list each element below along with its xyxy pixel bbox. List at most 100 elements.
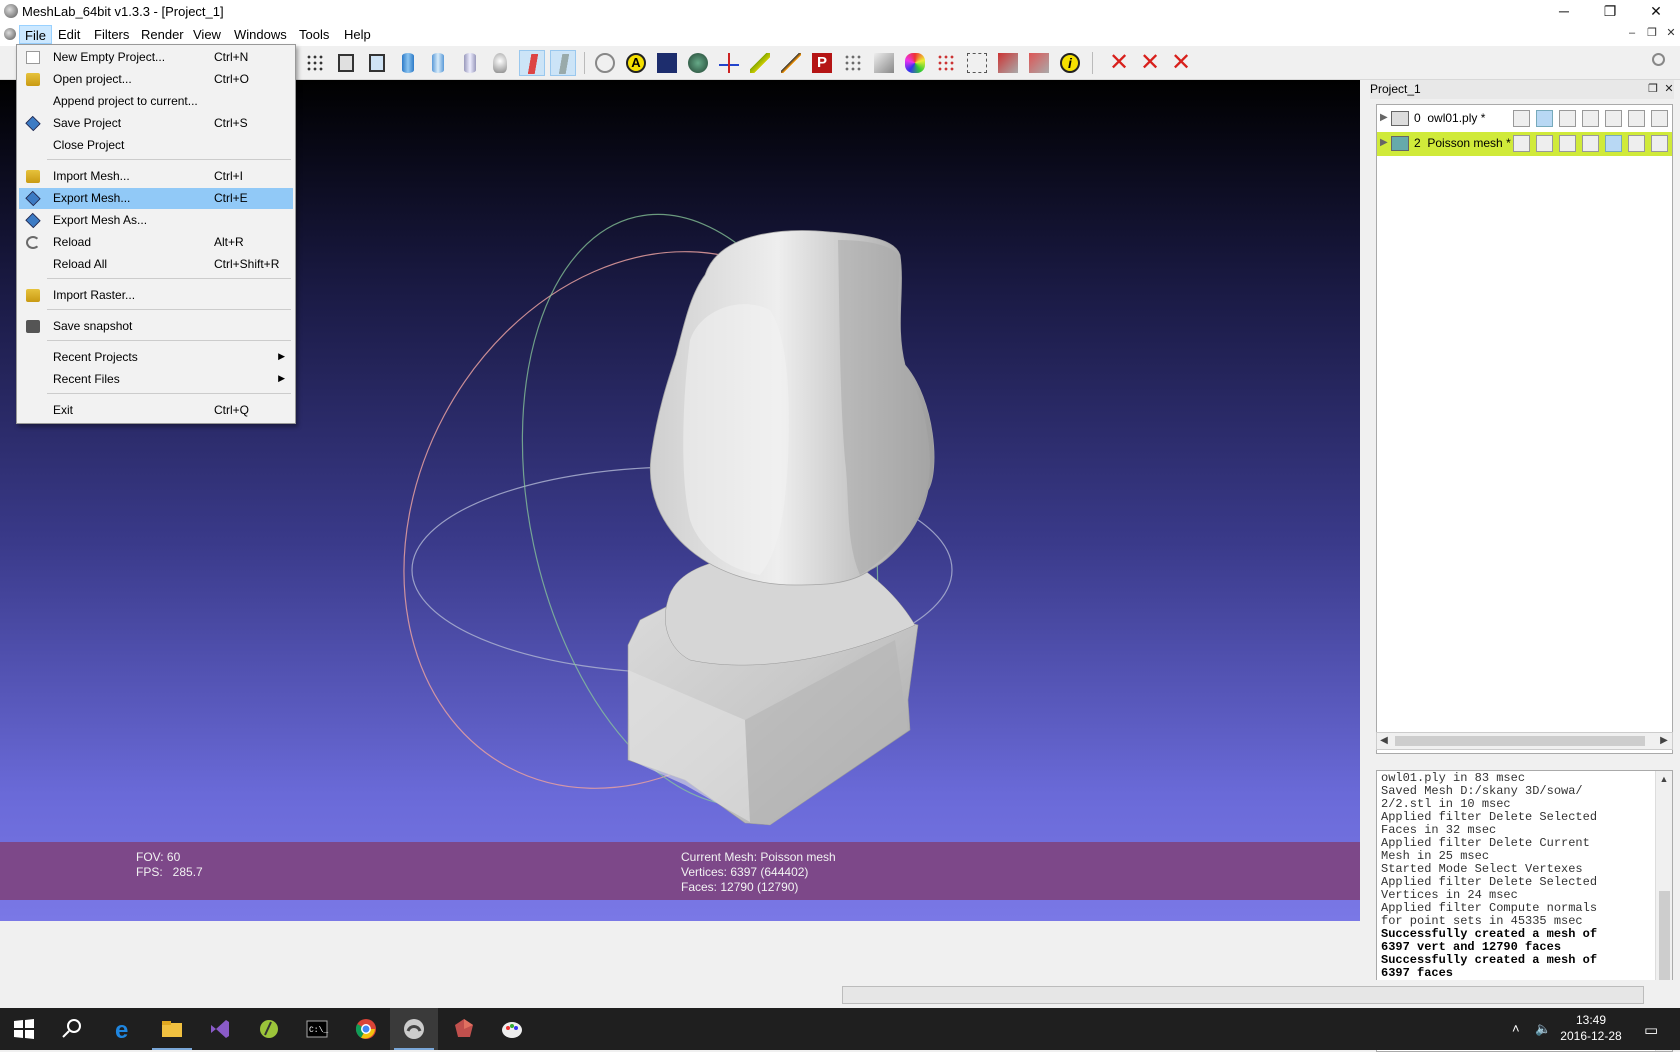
visibility-icon[interactable] [1391, 136, 1409, 151]
scroll-up-icon[interactable]: ▲ [1658, 773, 1670, 785]
layer-row-poisson-mesh[interactable]: ▶ 2 Poisson mesh * [1377, 132, 1672, 156]
menu-item-recent-projects[interactable]: Recent Projects ▶ [19, 347, 293, 368]
menu-item-export-mesh[interactable]: Export Mesh... Ctrl+E [19, 188, 293, 209]
smooth-render-icon[interactable] [1628, 110, 1645, 127]
snapshot-icon[interactable] [654, 50, 680, 76]
panel-close-button[interactable]: ✕ [1662, 82, 1676, 96]
expand-arrow-icon[interactable]: ▶ [1380, 112, 1388, 123]
menu-item-import-mesh[interactable]: Import Mesh... Ctrl+I [19, 166, 293, 187]
mdi-close-button[interactable]: ✕ [1664, 26, 1678, 40]
paint-icon[interactable] [488, 1008, 536, 1050]
notification-icon[interactable]: ▭ [1644, 1021, 1658, 1039]
menu-view[interactable]: View [188, 25, 226, 44]
android-studio-icon[interactable] [245, 1008, 293, 1050]
minimize-button[interactable]: ─ [1541, 0, 1587, 22]
delete-vertices-icon[interactable]: ✕ [1137, 50, 1163, 76]
menu-item-open-project[interactable]: Open project... Ctrl+O [19, 69, 293, 90]
menu-edit[interactable]: Edit [53, 25, 85, 44]
select-face-icon[interactable] [871, 50, 897, 76]
mdi-restore-button[interactable]: ❐ [1645, 26, 1659, 40]
box-render-icon[interactable] [1513, 110, 1530, 127]
menu-windows[interactable]: Windows [229, 25, 292, 44]
color-icon[interactable] [902, 50, 928, 76]
menu-tools[interactable]: Tools [294, 25, 334, 44]
reference-icon[interactable] [933, 50, 959, 76]
expand-arrow-icon[interactable]: ▶ [1380, 137, 1388, 148]
menu-item-append-project[interactable]: Append project to current... [19, 91, 293, 112]
texture-render-icon[interactable] [1651, 110, 1668, 127]
select-box-icon[interactable] [964, 50, 990, 76]
menu-item-exit[interactable]: Exit Ctrl+Q [19, 400, 293, 421]
mdi-minimize-button[interactable]: – [1625, 26, 1639, 40]
restore-button[interactable]: ❐ [1587, 0, 1633, 22]
start-icon[interactable] [0, 1008, 48, 1050]
fancy-light-icon[interactable] [519, 50, 545, 76]
visual-studio-icon[interactable] [196, 1008, 244, 1050]
delete-all-icon[interactable]: ✕ [1168, 50, 1194, 76]
move-icon[interactable] [1026, 50, 1052, 76]
menu-item-save-snapshot[interactable]: Save snapshot [19, 316, 293, 337]
scroll-left-icon[interactable]: ◀ [1377, 734, 1391, 748]
points-render-icon[interactable] [1536, 110, 1553, 127]
quality-icon[interactable] [685, 50, 711, 76]
wire-render-icon[interactable] [1559, 110, 1576, 127]
menu-item-recent-files[interactable]: Recent Files ▶ [19, 369, 293, 390]
smooth-icon[interactable] [425, 50, 451, 76]
delete-faces-icon[interactable]: ✕ [1106, 50, 1132, 76]
search-icon[interactable] [48, 1008, 96, 1050]
menu-render[interactable]: Render [136, 25, 189, 44]
hidden-lines-icon[interactable] [364, 50, 390, 76]
annotate-icon[interactable]: A [623, 50, 649, 76]
hidden-render-icon[interactable] [1582, 135, 1599, 152]
scroll-thumb[interactable] [1395, 736, 1645, 746]
menu-filters[interactable]: Filters [89, 25, 134, 44]
3d-app-icon[interactable] [440, 1008, 488, 1050]
wireframe-icon[interactable] [333, 50, 359, 76]
menu-item-import-raster[interactable]: Import Raster... [19, 285, 293, 306]
double-side-icon[interactable] [550, 50, 576, 76]
volume-icon[interactable]: 🔈 [1535, 1021, 1551, 1037]
smooth-render-icon[interactable] [1628, 135, 1645, 152]
meshlab-icon[interactable] [390, 1008, 438, 1050]
paint-brush-icon[interactable] [747, 50, 773, 76]
box-render-icon[interactable] [1513, 135, 1530, 152]
measure-icon[interactable] [778, 50, 804, 76]
select-connected-icon[interactable] [995, 50, 1021, 76]
flat-render-icon[interactable] [1605, 110, 1622, 127]
edge-icon[interactable]: e [99, 1008, 147, 1050]
flat-shading-icon[interactable] [395, 50, 421, 76]
menu-item-new-empty-project[interactable]: New Empty Project... Ctrl+N [19, 47, 293, 68]
terminal-icon[interactable]: C:\_ [293, 1008, 341, 1050]
light-icon[interactable] [487, 50, 513, 76]
menu-item-save-project[interactable]: Save Project Ctrl+S [19, 113, 293, 134]
menu-file[interactable]: File [19, 25, 52, 44]
axis-icon[interactable] [716, 50, 742, 76]
panel-float-button[interactable]: ❐ [1646, 82, 1660, 96]
p-icon[interactable]: P [809, 50, 835, 76]
scroll-right-icon[interactable]: ▶ [1657, 734, 1671, 748]
chevron-up-icon[interactable]: ˄ [1512, 1021, 1520, 1036]
info-icon[interactable]: i [1057, 50, 1083, 76]
file-explorer-icon[interactable] [148, 1008, 196, 1050]
menu-item-export-mesh-as[interactable]: Export Mesh As... [19, 210, 293, 231]
close-button[interactable]: ✕ [1633, 0, 1679, 22]
texture-icon[interactable] [457, 50, 483, 76]
point-cloud-icon[interactable] [302, 50, 328, 76]
menu-item-close-project[interactable]: Close Project [19, 135, 293, 156]
menu-item-reload-all[interactable]: Reload All Ctrl+Shift+R [19, 254, 293, 275]
select-vertex-icon[interactable] [840, 50, 866, 76]
layer-row-owl01[interactable]: ▶ 0 owl01.ply * [1377, 107, 1672, 131]
points-render-icon[interactable] [1536, 135, 1553, 152]
search-icon[interactable] [1648, 50, 1674, 76]
hidden-render-icon[interactable] [1582, 110, 1599, 127]
layer-horizontal-scrollbar[interactable]: ◀ ▶ [1376, 732, 1673, 750]
visibility-icon[interactable] [1391, 111, 1409, 126]
wire-render-icon[interactable] [1559, 135, 1576, 152]
chrome-icon[interactable] [342, 1008, 390, 1050]
flat-render-icon[interactable] [1605, 135, 1622, 152]
menu-help[interactable]: Help [339, 25, 376, 44]
menu-item-reload[interactable]: Reload Alt+R [19, 232, 293, 253]
taskbar-clock[interactable]: 13:49 2016-12-28 [1555, 1012, 1627, 1044]
trackball-icon[interactable] [592, 50, 618, 76]
texture-render-icon[interactable] [1651, 135, 1668, 152]
